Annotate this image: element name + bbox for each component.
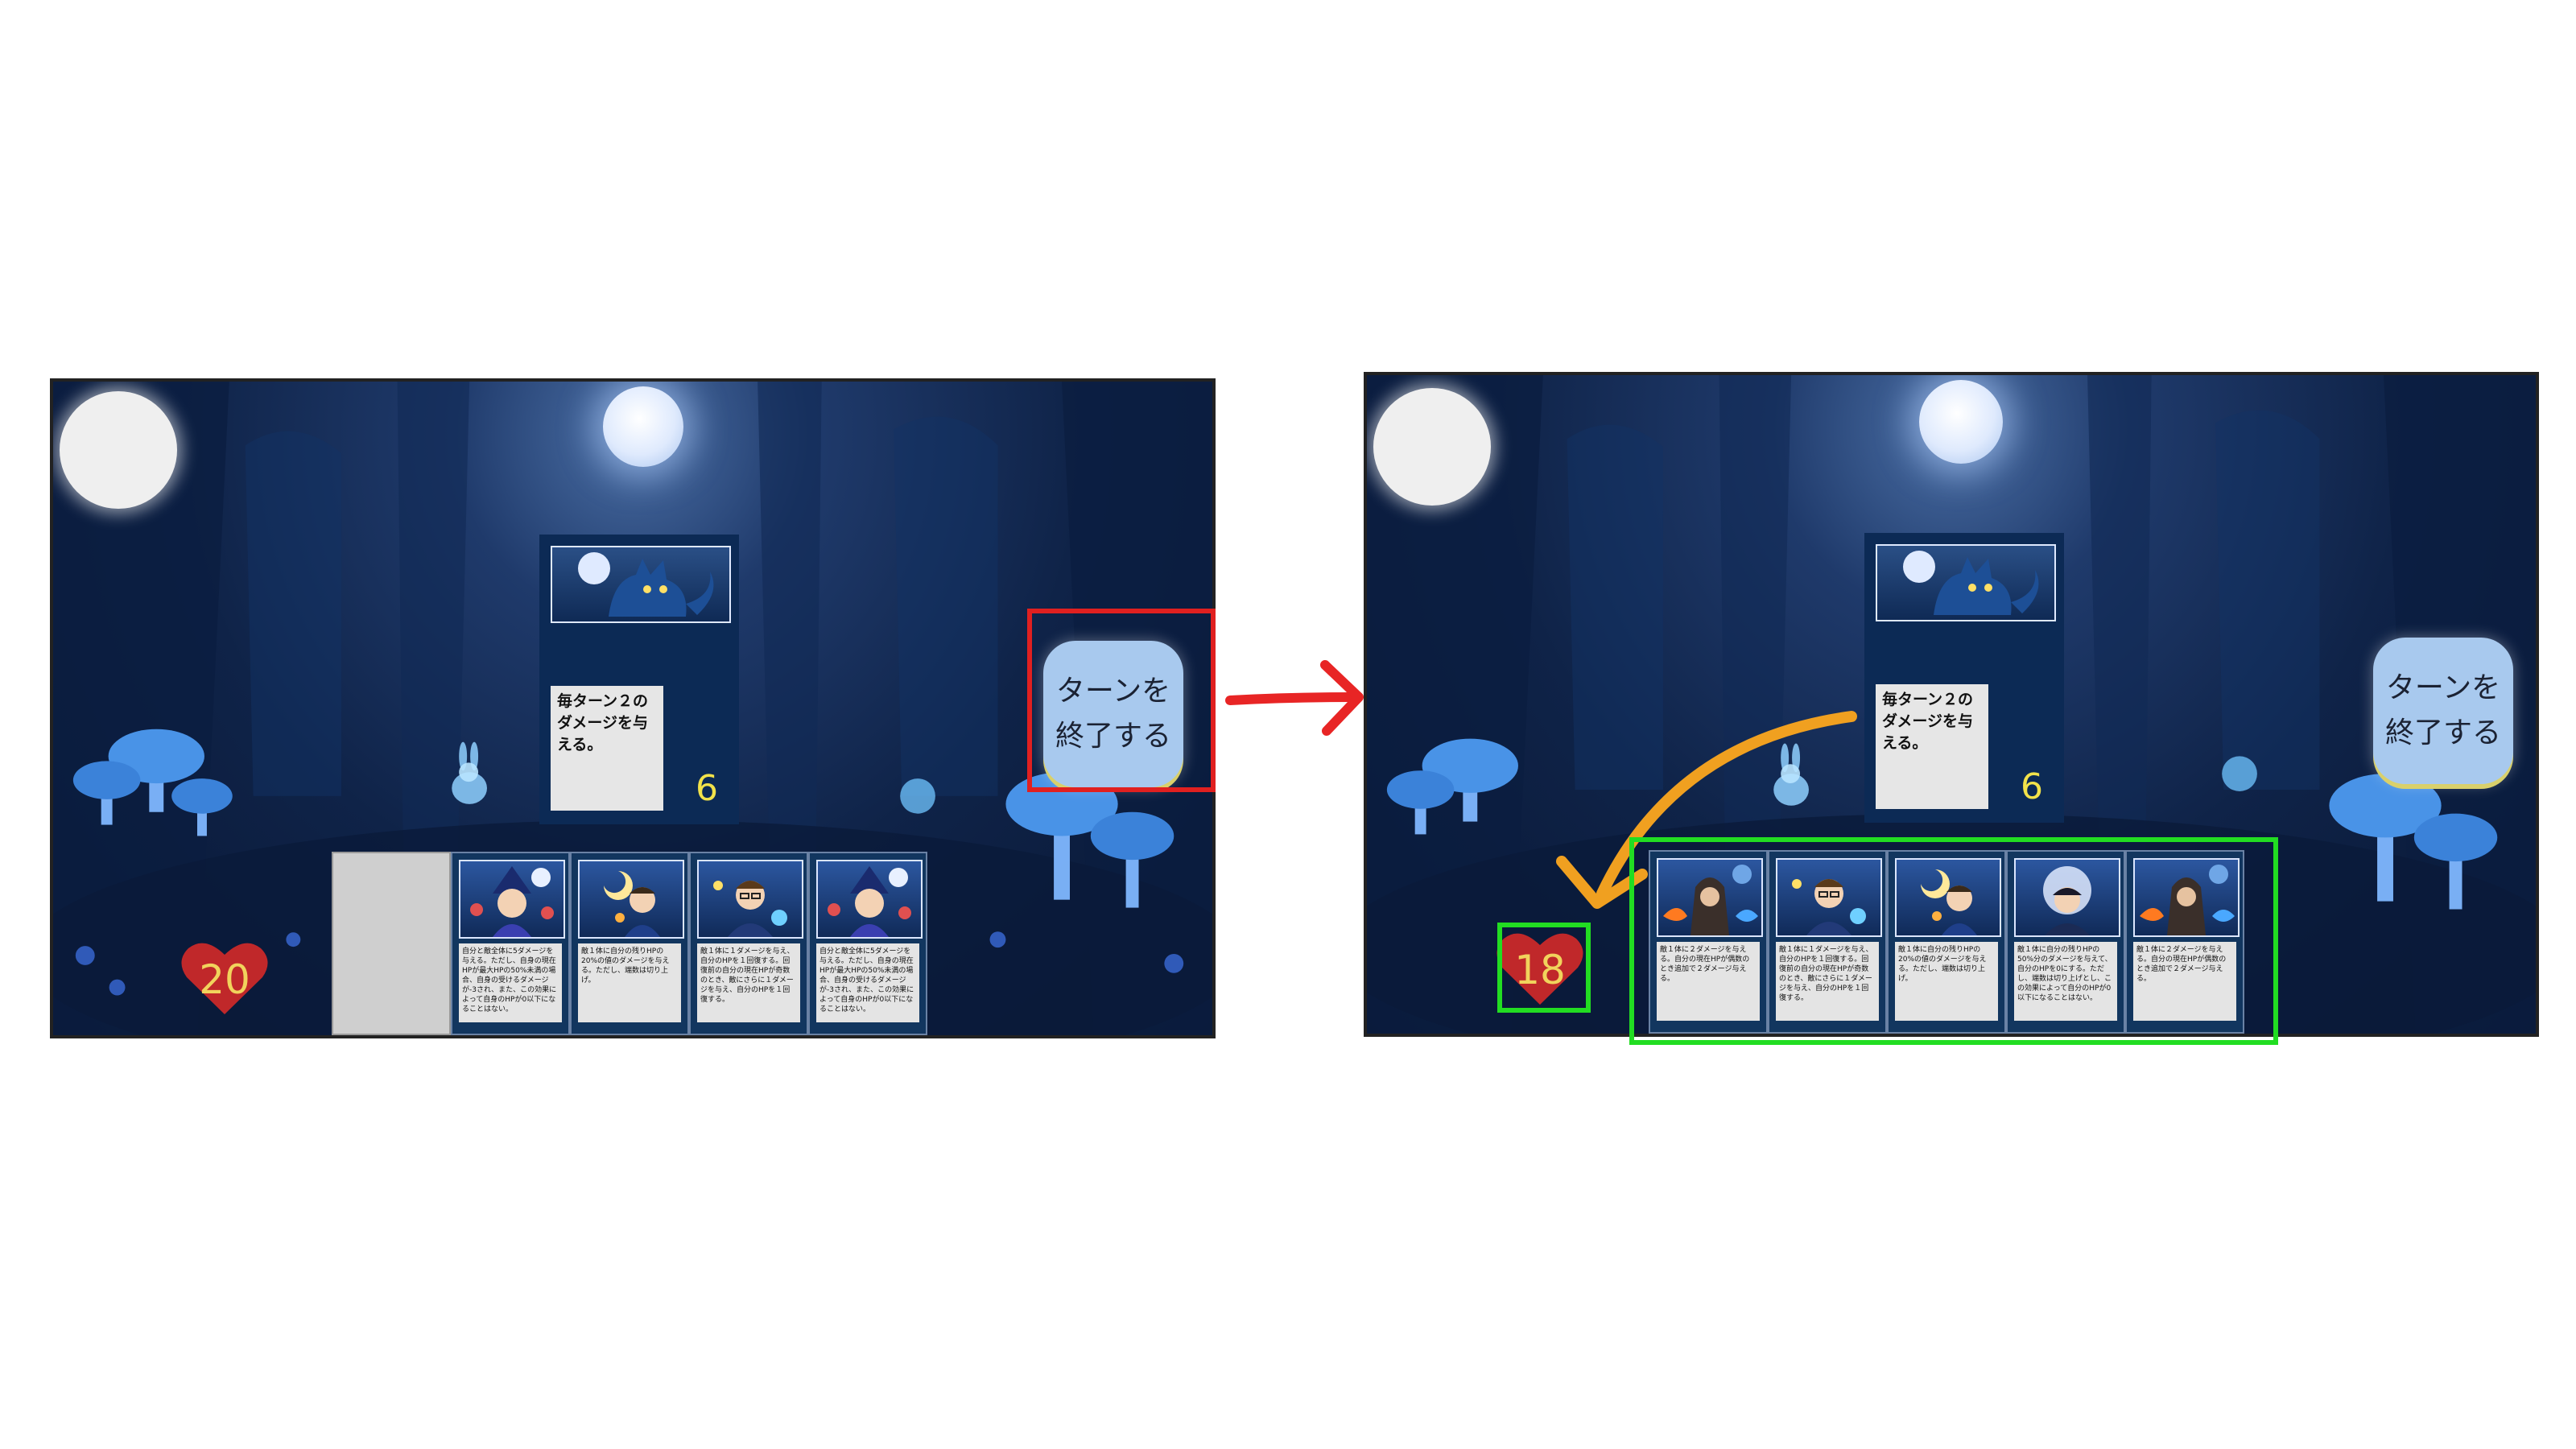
hand-card[interactable]: 自分と敵全体に5ダメージを与える。ただし、自身の現在HPが最大HPの50%未満の…	[808, 852, 927, 1035]
boy-moon-icon	[604, 871, 660, 937]
card-text: 自分と敵全体に5ダメージを与える。ただし、自身の現在HPが最大HPの50%未満の…	[816, 943, 919, 1022]
card-art	[816, 860, 923, 939]
witch-girl-icon	[828, 866, 911, 937]
moon-icon	[603, 386, 683, 467]
moon-wolf-icon	[1876, 544, 2056, 621]
glasses-mage-icon	[713, 881, 787, 937]
moon-wolf-icon	[551, 546, 731, 623]
moon-icon	[1919, 380, 2003, 464]
end-turn-highlight	[1027, 609, 1216, 792]
player-hp: 20	[180, 937, 269, 1018]
card-text: 敵１体に自分の残りHPの20%の値のダメージを与える。ただし、端数は切り上げ。	[578, 943, 681, 1022]
empty-card-slot	[332, 852, 451, 1035]
hand-highlight	[1629, 837, 2278, 1045]
witch-girl-icon	[470, 866, 554, 937]
enemy-description: 毎ターン２のダメージを与える。	[1876, 684, 1988, 809]
card-text: 自分と敵全体に5ダメージを与える。ただし、自身の現在HPが最大HPの50%未満の…	[459, 943, 562, 1022]
enemy-card: 毎ターン２のダメージを与える。 6	[1864, 533, 2064, 823]
hand-card[interactable]: 自分と敵全体に5ダメージを与える。ただし、自身の現在HPが最大HPの50%未満の…	[451, 852, 570, 1035]
card-art	[697, 860, 803, 939]
player-avatar	[60, 391, 177, 509]
card-text: 敵１体に１ダメージを与え、自分のHPを１回復する。回復前の自分の現在HPが奇数の…	[697, 943, 800, 1022]
enemy-power: 6	[2021, 766, 2043, 807]
enemy-description: 毎ターン２のダメージを与える。	[551, 686, 663, 811]
enemy-power: 6	[696, 768, 718, 809]
card-art	[459, 860, 565, 939]
transition-arrow	[1225, 660, 1364, 736]
hand-card[interactable]: 敵１体に自分の残りHPの20%の値のダメージを与える。ただし、端数は切り上げ。	[570, 852, 689, 1035]
end-turn-button[interactable]: ターンを 終了する	[2373, 638, 2513, 784]
player-hp-value: 20	[199, 956, 250, 1003]
player-avatar	[1373, 388, 1491, 506]
card-art	[578, 860, 684, 939]
hand-card[interactable]: 敵１体に１ダメージを与え、自分のHPを１回復する。回復前の自分の現在HPが奇数の…	[689, 852, 808, 1035]
enemy-card: 毎ターン２のダメージを与える。 6	[539, 535, 739, 824]
hp-highlight	[1497, 923, 1591, 1013]
